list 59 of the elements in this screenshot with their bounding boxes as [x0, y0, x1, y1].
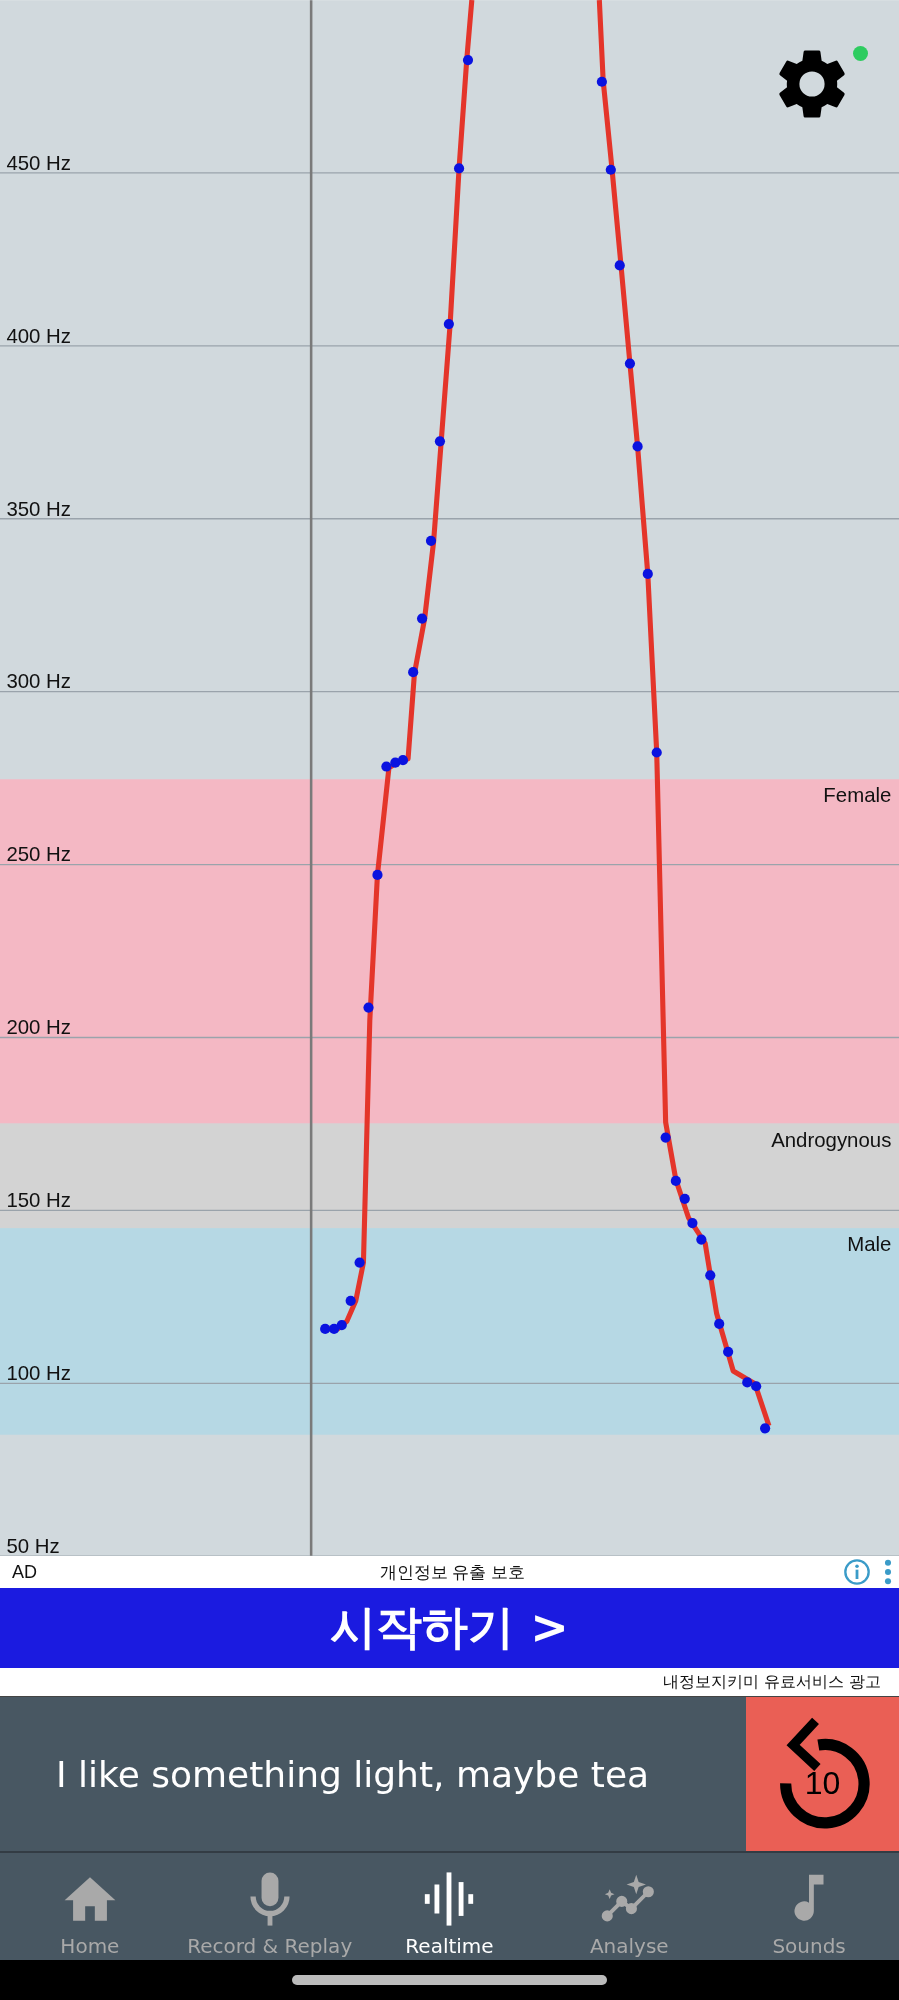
pitch-point — [381, 761, 392, 772]
pitch-point — [434, 436, 446, 447]
pitch-point — [443, 318, 454, 330]
pitch-point — [696, 1234, 707, 1245]
pitch-point — [320, 1323, 331, 1334]
pitch-point — [679, 1193, 690, 1204]
nav-tab[interactable]: Home — [0, 1853, 180, 1960]
axis-label: 150 Hz — [6, 1189, 71, 1212]
axis-label: 400 Hz — [6, 324, 71, 347]
pitch-point — [345, 1295, 356, 1306]
pitch-point — [462, 54, 474, 66]
nav-tab[interactable]: Realtime — [359, 1853, 540, 1960]
nav-tab[interactable]: Sounds — [719, 1853, 899, 1960]
axis-label: 300 Hz — [6, 670, 71, 693]
band-label: Androgynous — [771, 1128, 892, 1151]
pitch-point — [760, 1423, 771, 1434]
pitch-point — [336, 1319, 347, 1331]
pitch-point — [714, 1318, 725, 1329]
pitch-point — [417, 613, 428, 624]
pitch-point — [660, 1132, 671, 1143]
band-label: Female — [823, 784, 892, 807]
pitch-point — [751, 1381, 762, 1392]
ad-headline: 개인정보 유출 보호 — [379, 1561, 526, 1584]
ad-start-button[interactable]: 시작하기 > — [0, 1588, 899, 1668]
nav-tab[interactable]: Analyse — [539, 1853, 720, 1960]
pitch-point — [363, 1002, 374, 1013]
pitch-point — [705, 1270, 716, 1281]
ad-footer-text: 내정보지키미 유료서비스 광고 — [662, 1671, 881, 1693]
axis-label: 450 Hz — [6, 151, 71, 174]
pitch-point — [605, 164, 616, 175]
pitch-point — [372, 869, 383, 880]
pitch-point — [596, 76, 607, 87]
axis-label: 250 Hz — [6, 843, 71, 866]
axis-label: 200 Hz — [6, 1016, 71, 1039]
pitch-point — [670, 1175, 681, 1187]
ad-label: AD — [12, 1561, 37, 1583]
pitch-point — [453, 163, 465, 174]
pitch-point — [742, 1377, 753, 1388]
info-icon[interactable] — [843, 1558, 871, 1586]
pitch-point — [651, 747, 662, 758]
phrase-text: I like something light, maybe tea — [55, 1752, 651, 1797]
axis-label: 100 Hz — [6, 1362, 71, 1385]
pitch-point — [614, 260, 625, 271]
more-options-icon[interactable] — [883, 1558, 893, 1586]
pitch-point — [642, 568, 653, 580]
pitch-point — [723, 1346, 734, 1357]
nav-tab[interactable]: Record & Replay — [179, 1853, 360, 1960]
replay-button[interactable]: 10 — [746, 1697, 899, 1851]
pitch-point — [624, 358, 636, 369]
pitch-point — [632, 441, 643, 452]
band-label: Male — [847, 1233, 892, 1256]
axis-label: 350 Hz — [6, 497, 71, 520]
axis-label: 50 Hz — [6, 1535, 60, 1556]
pitch-point — [425, 535, 437, 546]
pitch-point — [687, 1217, 698, 1229]
pitch-point — [408, 667, 419, 678]
pitch-point — [397, 755, 409, 766]
pitch-point — [329, 1323, 340, 1334]
pitch-point — [354, 1257, 365, 1268]
